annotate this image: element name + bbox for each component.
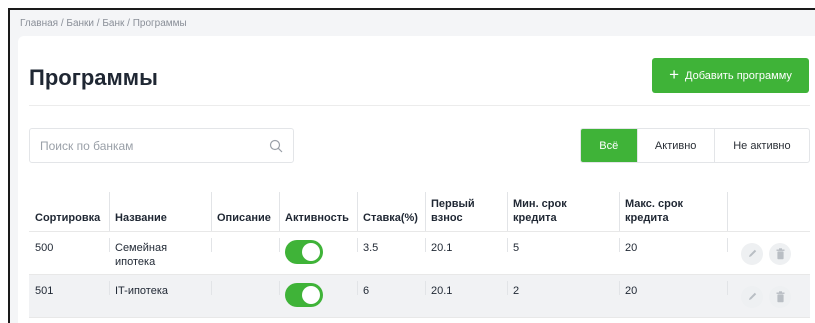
cell-sort: 501 [29,274,109,318]
cell-description [211,231,279,275]
col-max-term[interactable]: Макс. срок кредита [619,190,727,232]
trash-icon [776,290,784,302]
toggle-knob [302,285,320,304]
col-name[interactable]: Название [109,190,211,232]
cell-name: IT-ипотека [109,274,211,318]
cell-active [279,274,357,318]
cell-max-term: 20 [619,274,727,318]
status-filter: Всё Активно Не активно [580,128,810,163]
table-row: 500 Семейная ипотека 3.5 20.1 5 20 [29,231,810,275]
table-row: 501 IT-ипотека 6 20.1 2 20 [29,274,810,318]
search-input[interactable] [40,138,269,153]
toggle-knob [302,242,320,261]
edit-button[interactable] [741,285,763,308]
cell-max-term: 20 [619,231,727,275]
delete-button[interactable] [769,285,791,308]
cell-rate: 3.5 [357,231,425,275]
col-min-term[interactable]: Мин. срок кредита [507,190,619,232]
active-toggle[interactable] [285,282,323,307]
cell-min-term: 5 [507,231,619,275]
search-icon[interactable] [269,139,283,153]
col-sort[interactable]: Сортировка [29,190,109,232]
breadcrumb: Главная / Банки / Банк / Программы [20,18,187,29]
trash-icon [776,247,784,259]
cell-down-payment: 20.1 [425,274,507,318]
plus-icon: + [669,65,680,84]
col-down-payment[interactable]: Первый взнос [425,190,507,232]
cell-description [211,274,279,318]
cell-actions [727,231,810,275]
filter-inactive[interactable]: Не активно [713,129,809,162]
cell-active [279,231,357,275]
cell-name: Семейная ипотека [109,231,211,275]
programs-table: Сортировка Название Описание Активность … [29,190,810,318]
add-program-label: Добавить программу [685,69,792,82]
cell-rate: 6 [357,274,425,318]
cell-min-term: 2 [507,274,619,318]
page-title: Программы [29,65,158,90]
filter-all[interactable]: Всё [581,129,637,162]
edit-button[interactable] [741,242,763,265]
add-program-button[interactable]: + Добавить программу [652,58,809,93]
cell-down-payment: 20.1 [425,231,507,275]
cell-actions [727,274,810,318]
table-header-row: Сортировка Название Описание Активность … [29,190,810,232]
col-rate[interactable]: Ставка(%) [357,190,425,232]
col-description[interactable]: Описание [211,190,279,232]
title-divider [29,105,810,106]
filter-active[interactable]: Активно [636,129,714,162]
col-active[interactable]: Активность [279,190,357,232]
col-actions [727,190,810,232]
delete-button[interactable] [769,242,791,265]
pencil-icon [748,249,756,257]
cell-sort: 500 [29,231,109,275]
search-box [29,128,294,163]
pencil-icon [748,292,756,300]
active-toggle[interactable] [285,239,323,264]
